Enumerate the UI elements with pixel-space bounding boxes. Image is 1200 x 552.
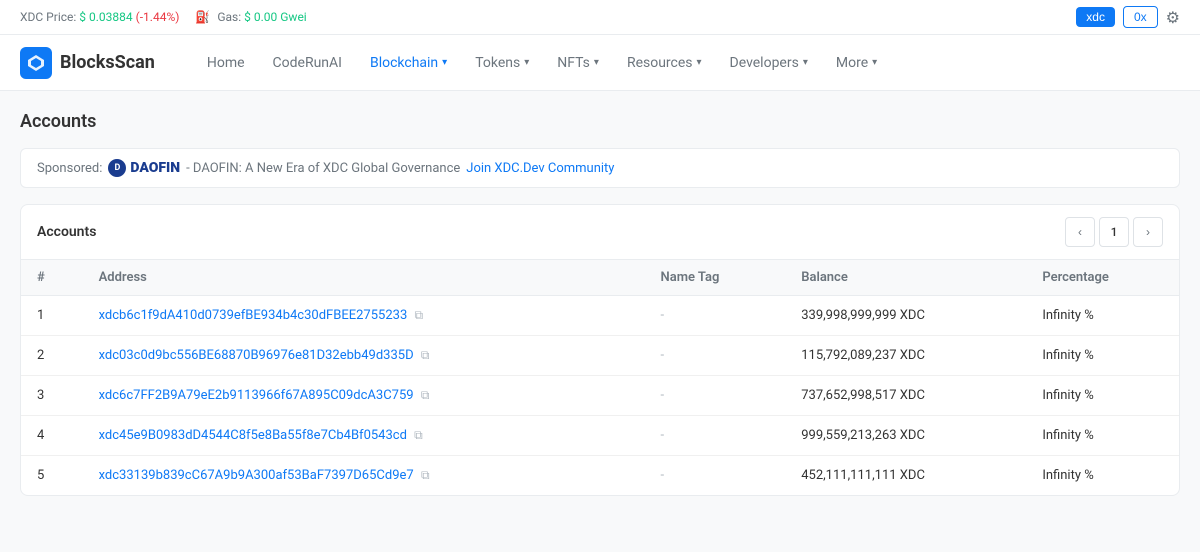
accounts-table: # Address Name Tag Balance Percentage 1 … bbox=[21, 260, 1179, 495]
row-num: 4 bbox=[21, 416, 83, 456]
pagination-next[interactable]: › bbox=[1133, 217, 1163, 247]
row-percentage: Infinity % bbox=[1026, 296, 1179, 336]
table-row: 3 xdc6c7FF2B9A79eE2b9113966f67A895C09dcA… bbox=[21, 376, 1179, 416]
table-row: 2 xdc03c0d9bc556BE68870B96976e81D32ebb49… bbox=[21, 336, 1179, 376]
settings-icon[interactable]: ⚙ bbox=[1166, 8, 1180, 27]
top-bar: XDC Price: $ 0.03884 (-1.44%) ⛽ Gas: $ 0… bbox=[0, 0, 1200, 35]
table-header: Accounts ‹ 1 › bbox=[21, 205, 1179, 260]
row-address: xdc03c0d9bc556BE68870B96976e81D32ebb49d3… bbox=[83, 336, 645, 376]
pagination: ‹ 1 › bbox=[1065, 217, 1163, 247]
gas-icon: ⛽ bbox=[195, 10, 210, 24]
col-balance: Balance bbox=[785, 260, 1026, 296]
table-row: 4 xdc45e9B0983dD4544C8f5e8Ba55f8e7Cb4Bf0… bbox=[21, 416, 1179, 456]
pagination-prev[interactable]: ‹ bbox=[1065, 217, 1095, 247]
nav-coderunai[interactable]: CodeRunAI bbox=[261, 47, 354, 79]
daofin-link[interactable]: Join XDC.Dev Community bbox=[466, 161, 614, 176]
page-title: Accounts bbox=[20, 111, 1180, 132]
daofin-circle-icon: D bbox=[108, 159, 126, 177]
row-num: 1 bbox=[21, 296, 83, 336]
xdc-price-info: XDC Price: $ 0.03884 (-1.44%) bbox=[20, 10, 179, 24]
top-bar-right: xdc 0x ⚙ bbox=[1076, 6, 1180, 28]
nav-nfts[interactable]: NFTs ▾ bbox=[545, 47, 611, 79]
address-link[interactable]: xdc45e9B0983dD4544C8f5e8Ba55f8e7Cb4Bf054… bbox=[99, 428, 407, 443]
blockchain-chevron: ▾ bbox=[442, 57, 447, 68]
table-title: Accounts bbox=[37, 224, 96, 240]
xdc-price-change: (-1.44%) bbox=[136, 10, 180, 24]
address-link[interactable]: xdc6c7FF2B9A79eE2b9113966f67A895C09dcA3C… bbox=[99, 388, 414, 403]
resources-chevron: ▾ bbox=[697, 57, 702, 68]
row-nametag: - bbox=[645, 456, 786, 496]
table-head: # Address Name Tag Balance Percentage bbox=[21, 260, 1179, 296]
row-balance: 999,559,213,263 XDC bbox=[785, 416, 1026, 456]
row-balance: 339,998,999,999 XDC bbox=[785, 296, 1026, 336]
nav-items: Home CodeRunAI Blockchain ▾ Tokens ▾ NFT… bbox=[195, 47, 1180, 79]
row-address: xdc33139b839cC67A9b9A300af53BaF7397D65Cd… bbox=[83, 456, 645, 496]
nav-home[interactable]: Home bbox=[195, 47, 257, 79]
row-percentage: Infinity % bbox=[1026, 336, 1179, 376]
copy-icon[interactable]: ⧉ bbox=[421, 388, 430, 402]
row-balance: 737,652,998,517 XDC bbox=[785, 376, 1026, 416]
col-num: # bbox=[21, 260, 83, 296]
navbar: BlocksScan Home CodeRunAI Blockchain ▾ T… bbox=[0, 35, 1200, 91]
top-bar-left: XDC Price: $ 0.03884 (-1.44%) ⛽ Gas: $ 0… bbox=[20, 10, 307, 24]
pagination-current: 1 bbox=[1099, 217, 1129, 247]
row-balance: 115,792,089,237 XDC bbox=[785, 336, 1026, 376]
row-nametag: - bbox=[645, 376, 786, 416]
row-percentage: Infinity % bbox=[1026, 456, 1179, 496]
daofin-desc: - DAOFIN: A New Era of XDC Global Govern… bbox=[186, 161, 460, 176]
logo-icon bbox=[20, 47, 52, 79]
address-link[interactable]: xdcb6c1f9dA410d0739efBE934b4c30dFBEE2755… bbox=[99, 308, 408, 323]
logo-text: BlocksScan bbox=[60, 52, 155, 73]
developers-chevron: ▾ bbox=[803, 57, 808, 68]
row-balance: 452,111,111,111 XDC bbox=[785, 456, 1026, 496]
xdc-price-value: $ 0.03884 bbox=[79, 10, 132, 24]
daofin-name: DAOFIN bbox=[130, 160, 180, 176]
nav-tokens[interactable]: Tokens ▾ bbox=[463, 47, 541, 79]
nfts-chevron: ▾ bbox=[594, 57, 599, 68]
row-percentage: Infinity % bbox=[1026, 416, 1179, 456]
table-head-row: # Address Name Tag Balance Percentage bbox=[21, 260, 1179, 296]
nav-resources[interactable]: Resources ▾ bbox=[615, 47, 714, 79]
xdc-price-label: XDC Price: bbox=[20, 10, 76, 24]
daofin-logo: D DAOFIN bbox=[108, 159, 180, 177]
row-nametag: - bbox=[645, 416, 786, 456]
sponsored-bar: Sponsored: D DAOFIN - DAOFIN: A New Era … bbox=[20, 148, 1180, 188]
row-nametag: - bbox=[645, 296, 786, 336]
gas-label: Gas: bbox=[217, 10, 241, 24]
table-row: 1 xdcb6c1f9dA410d0739efBE934b4c30dFBEE27… bbox=[21, 296, 1179, 336]
col-address: Address bbox=[83, 260, 645, 296]
nav-developers[interactable]: Developers ▾ bbox=[718, 47, 820, 79]
more-chevron: ▾ bbox=[872, 57, 877, 68]
copy-icon[interactable]: ⧉ bbox=[421, 348, 430, 362]
copy-icon[interactable]: ⧉ bbox=[414, 428, 423, 442]
xdc-button[interactable]: xdc bbox=[1076, 7, 1115, 27]
row-address: xdcb6c1f9dA410d0739efBE934b4c30dFBEE2755… bbox=[83, 296, 645, 336]
col-nametag: Name Tag bbox=[645, 260, 786, 296]
main-content: Accounts Sponsored: D DAOFIN - DAOFIN: A… bbox=[0, 91, 1200, 516]
nav-blockchain[interactable]: Blockchain ▾ bbox=[358, 47, 459, 79]
ox-button[interactable]: 0x bbox=[1123, 6, 1158, 28]
tokens-chevron: ▾ bbox=[524, 57, 529, 68]
table-row: 5 xdc33139b839cC67A9b9A300af53BaF7397D65… bbox=[21, 456, 1179, 496]
logo[interactable]: BlocksScan bbox=[20, 47, 155, 79]
gas-info: ⛽ Gas: $ 0.00 Gwei bbox=[195, 10, 306, 24]
row-address: xdc6c7FF2B9A79eE2b9113966f67A895C09dcA3C… bbox=[83, 376, 645, 416]
col-percentage: Percentage bbox=[1026, 260, 1179, 296]
table-body: 1 xdcb6c1f9dA410d0739efBE934b4c30dFBEE27… bbox=[21, 296, 1179, 496]
nav-more[interactable]: More ▾ bbox=[824, 47, 889, 79]
row-num: 2 bbox=[21, 336, 83, 376]
row-num: 5 bbox=[21, 456, 83, 496]
address-link[interactable]: xdc03c0d9bc556BE68870B96976e81D32ebb49d3… bbox=[99, 348, 414, 363]
row-address: xdc45e9B0983dD4544C8f5e8Ba55f8e7Cb4Bf054… bbox=[83, 416, 645, 456]
row-num: 3 bbox=[21, 376, 83, 416]
copy-icon[interactable]: ⧉ bbox=[421, 468, 430, 482]
row-percentage: Infinity % bbox=[1026, 376, 1179, 416]
row-nametag: - bbox=[645, 336, 786, 376]
accounts-table-card: Accounts ‹ 1 › # Address Name Tag Balanc… bbox=[20, 204, 1180, 496]
sponsored-label: Sponsored: bbox=[37, 161, 102, 176]
address-link[interactable]: xdc33139b839cC67A9b9A300af53BaF7397D65Cd… bbox=[99, 468, 414, 483]
gas-price: $ 0.00 Gwei bbox=[244, 10, 307, 24]
copy-icon[interactable]: ⧉ bbox=[415, 308, 424, 322]
